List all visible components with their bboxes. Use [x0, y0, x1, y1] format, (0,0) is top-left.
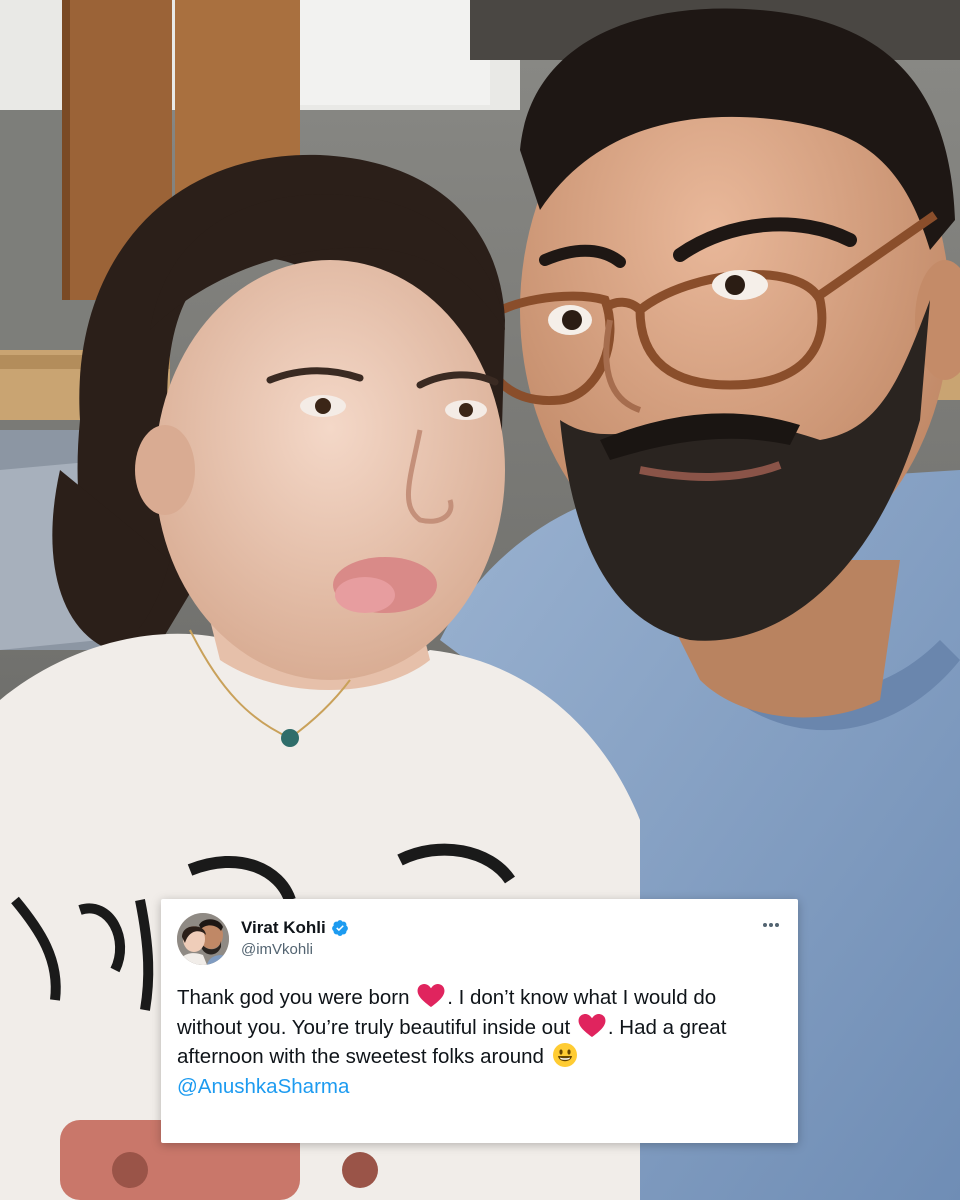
- handle[interactable]: @imVkohli: [241, 941, 349, 958]
- red-heart-icon: [417, 983, 445, 1008]
- display-name[interactable]: Virat Kohli: [241, 918, 326, 938]
- tweet-text-part: Thank god you were born: [177, 986, 410, 1009]
- tweet-text: Thank god you were born . I don’t know w…: [177, 983, 782, 1101]
- more-options-icon[interactable]: [756, 913, 786, 937]
- tweet-card[interactable]: Virat Kohli @imVkohli Thank god you were…: [161, 899, 798, 1143]
- avatar[interactable]: [177, 913, 229, 965]
- tweet-author: Virat Kohli @imVkohli: [241, 918, 349, 958]
- grinning-face-icon: [552, 1043, 577, 1067]
- mention-link[interactable]: @AnushkaSharma: [177, 1075, 349, 1098]
- verified-badge-icon: [331, 920, 348, 936]
- red-heart-icon: [578, 1013, 606, 1037]
